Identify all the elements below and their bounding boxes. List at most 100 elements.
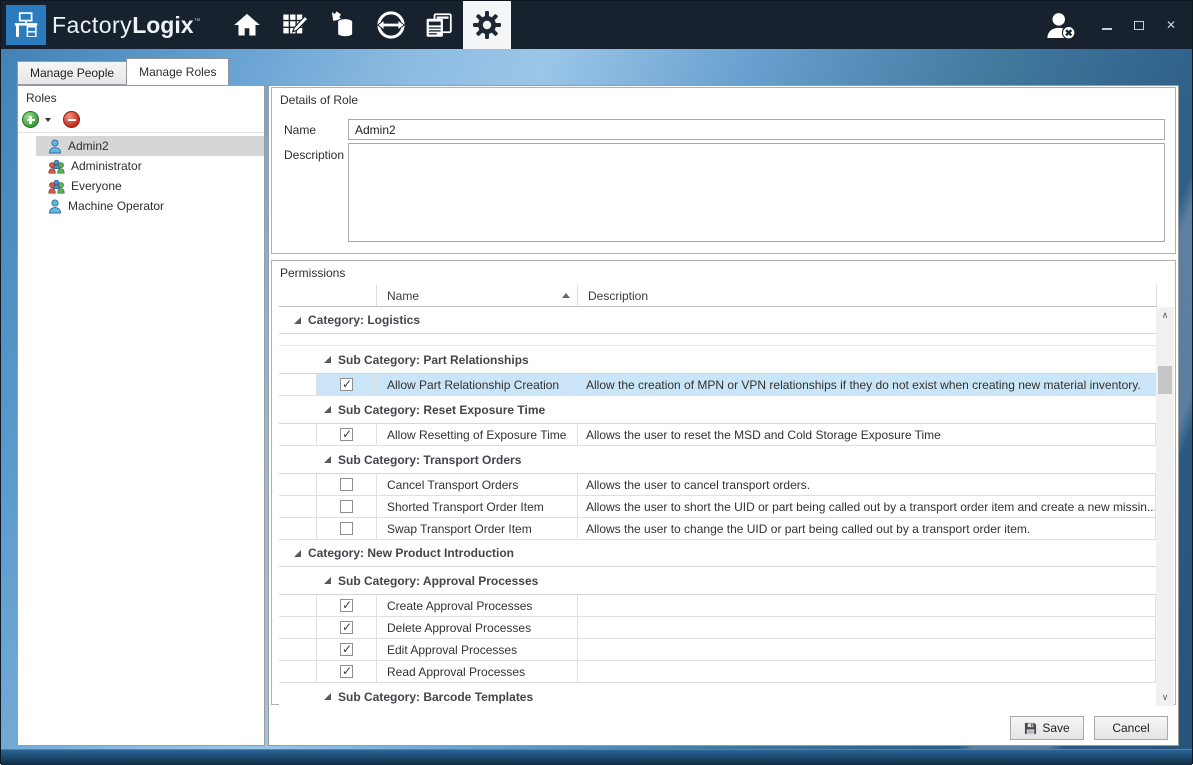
tab-manage-people[interactable]: Manage People — [17, 61, 126, 85]
scroll-up-icon[interactable]: ∧ — [1156, 307, 1174, 324]
role-item-label: Admin2 — [68, 139, 109, 153]
permission-row[interactable]: Allow Resetting of Exposure TimeAllows t… — [279, 424, 1157, 446]
expanded-triangle-icon[interactable] — [324, 693, 331, 700]
tab-strip: Manage People Manage Roles — [17, 58, 229, 85]
role-item-label: Machine Operator — [68, 199, 164, 213]
permissions-table-body: Category: LogisticsSub Category: Sub Cate… — [279, 307, 1157, 706]
permission-row[interactable]: Allow Part Relationship CreationAllow th… — [279, 374, 1157, 396]
permissions-table: Name Description Category: LogisticsSub … — [279, 285, 1157, 706]
factorylogix-logo-icon — [6, 5, 46, 45]
permission-checkbox[interactable] — [340, 478, 353, 491]
subcategory-group-row[interactable]: Sub Category: Part Relationships — [279, 346, 1157, 374]
scroll-down-icon[interactable]: ∨ — [1156, 689, 1174, 706]
permission-checkbox[interactable] — [340, 378, 353, 391]
permission-description: Allows the user to change the UID or par… — [578, 518, 1156, 539]
group-row-label: Sub Category: Part Relationships — [338, 353, 529, 367]
subcategory-group-row[interactable]: Sub Category: Reset Exposure Time — [279, 396, 1157, 424]
category-group-row[interactable]: Category: New Product Introduction — [279, 540, 1157, 567]
materials-database-icon[interactable] — [319, 1, 367, 49]
checkbox-cell — [316, 374, 377, 395]
role-name-input[interactable] — [348, 119, 1165, 140]
main-nav — [223, 1, 511, 49]
permission-checkbox[interactable] — [340, 522, 353, 535]
expanded-triangle-icon[interactable] — [324, 356, 331, 363]
permission-checkbox[interactable] — [340, 428, 353, 441]
permission-row[interactable]: Shorted Transport Order ItemAllows the u… — [279, 496, 1157, 518]
permission-checkbox[interactable] — [340, 599, 353, 612]
role-item-label: Everyone — [71, 179, 122, 193]
permissions-scrollbar[interactable]: ∧ ∨ — [1156, 307, 1174, 706]
permission-checkbox[interactable] — [340, 643, 353, 656]
role-item-label: Administrator — [71, 159, 142, 173]
permission-row[interactable]: Edit Approval Processes — [279, 639, 1157, 661]
expanded-triangle-icon[interactable] — [294, 317, 301, 324]
role-description-input[interactable] — [348, 143, 1165, 242]
home-icon[interactable] — [223, 1, 271, 49]
remove-role-button[interactable] — [63, 111, 80, 128]
save-button[interactable]: Save — [1010, 716, 1084, 740]
user-logout-icon[interactable] — [1044, 10, 1078, 40]
minimize-button[interactable] — [1096, 15, 1118, 35]
permissions-title: Permissions — [272, 261, 1175, 284]
add-role-dropdown-icon[interactable] — [45, 118, 51, 122]
column-header-description[interactable]: Description — [578, 285, 1157, 306]
group-row-label: Sub Category: Transport Orders — [338, 453, 521, 467]
subcategory-group-row[interactable]: Sub Category: Transport Orders — [279, 446, 1157, 474]
checkbox-cell — [316, 661, 377, 682]
title-bar: FactoryLogix™ — [1, 1, 1192, 49]
description-label: Description — [284, 148, 344, 162]
permission-row[interactable]: Swap Transport Order ItemAllows the user… — [279, 518, 1157, 540]
permissions-table-header: Name Description — [279, 285, 1157, 307]
settings-gear-icon[interactable] — [463, 1, 511, 49]
permission-description — [578, 617, 1156, 638]
permission-row[interactable]: Create Approval Processes — [279, 595, 1157, 617]
subcategory-group-row[interactable]: Sub Category: Barcode Templates — [279, 683, 1157, 706]
group-row-label: Category: New Product Introduction — [308, 546, 514, 560]
permission-checkbox[interactable] — [340, 665, 353, 678]
role-list-item[interactable]: Admin2 — [36, 136, 264, 156]
category-group-row[interactable]: Category: Logistics — [279, 307, 1157, 334]
permission-row[interactable]: Read Approval Processes — [279, 661, 1157, 683]
permission-name: Create Approval Processes — [377, 595, 578, 616]
roles-toolbar — [18, 109, 264, 133]
permission-checkbox[interactable] — [340, 500, 353, 513]
expanded-triangle-icon[interactable] — [324, 406, 331, 413]
permission-row[interactable]: Cancel Transport OrdersAllows the user t… — [279, 474, 1157, 496]
role-list-item[interactable]: Everyone — [36, 176, 264, 196]
app-window: FactoryLogix™ — [0, 0, 1193, 764]
tab-manage-roles[interactable]: Manage Roles — [126, 58, 229, 85]
roles-list: Admin2 Administrator Everyone Machine Opera… — [18, 136, 264, 216]
role-list-item[interactable]: Machine Operator — [36, 196, 264, 216]
close-button[interactable]: ✕ — [1160, 15, 1182, 35]
partially-scrolled-row: Sub Category: — [279, 334, 1157, 346]
documents-icon[interactable] — [415, 1, 463, 49]
group-icon — [48, 179, 65, 194]
subcategory-group-row[interactable]: Sub Category: Approval Processes — [279, 567, 1157, 595]
expanded-triangle-icon[interactable] — [324, 577, 331, 584]
roles-panel: Roles Admin2AdministratorEveryoneMachine… — [17, 85, 265, 746]
expanded-triangle-icon[interactable] — [324, 456, 331, 463]
permission-description — [578, 639, 1156, 660]
row-indent — [279, 617, 316, 638]
floppy-disk-icon — [1024, 722, 1037, 735]
permission-checkbox[interactable] — [340, 621, 353, 634]
permission-row[interactable]: Delete Approval Processes — [279, 617, 1157, 639]
permission-name: Cancel Transport Orders — [377, 474, 578, 495]
row-indent — [279, 374, 316, 395]
production-grid-pencil-icon[interactable] — [271, 1, 319, 49]
permission-description — [578, 661, 1156, 682]
transfer-arrows-icon[interactable] — [367, 1, 415, 49]
permission-name: Edit Approval Processes — [377, 639, 578, 660]
role-list-item[interactable]: Administrator — [36, 156, 264, 176]
cancel-button[interactable]: Cancel — [1094, 716, 1168, 740]
row-indent — [279, 595, 316, 616]
permission-description: Allows the user to cancel transport orde… — [578, 474, 1156, 495]
add-role-button[interactable] — [22, 111, 39, 128]
name-label: Name — [284, 123, 316, 137]
column-header-name[interactable]: Name — [377, 285, 578, 306]
column-header-checkbox[interactable] — [279, 285, 377, 306]
expanded-triangle-icon[interactable] — [294, 550, 301, 557]
checkbox-cell — [316, 595, 377, 616]
maximize-button[interactable] — [1128, 15, 1150, 35]
scrollbar-thumb[interactable] — [1158, 366, 1172, 394]
